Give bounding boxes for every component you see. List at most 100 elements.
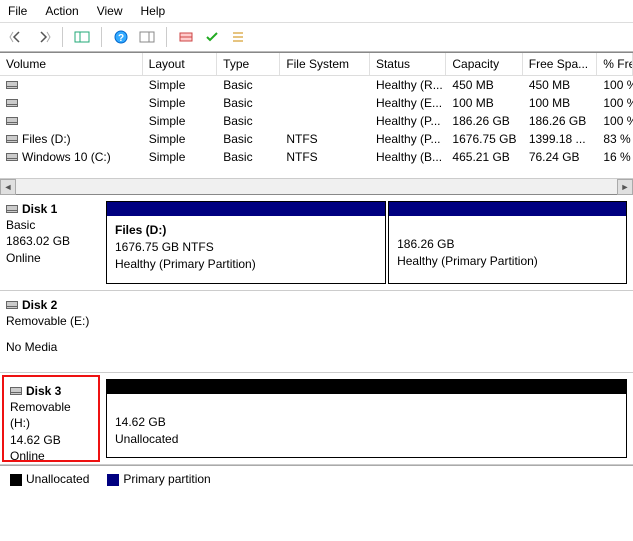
disk-type: Removable (E:) xyxy=(6,313,627,329)
cell-pct: 83 % xyxy=(597,130,633,148)
show-hide-action-icon[interactable] xyxy=(136,26,158,48)
disk-row-1: Disk 1 Basic 1863.02 GB Online Files (D:… xyxy=(0,195,633,291)
col-status[interactable]: Status xyxy=(370,53,446,75)
disk-size: 14.62 GB xyxy=(10,432,92,448)
disk-status: Online xyxy=(6,250,96,266)
cell-type: Basic xyxy=(217,94,280,112)
col-fs[interactable]: File System xyxy=(280,53,370,75)
volume-list-header: Volume Layout Type File System Status Ca… xyxy=(0,53,633,76)
cell-free: 450 MB xyxy=(523,76,598,94)
partition-186gb[interactable]: 186.26 GB Healthy (Primary Partition) xyxy=(388,201,627,284)
volume-icon xyxy=(6,99,18,107)
horizontal-scrollbar[interactable]: ◄ ► xyxy=(0,178,633,194)
settings-list-icon[interactable] xyxy=(227,26,249,48)
menu-bar: File Action View Help xyxy=(0,0,633,23)
partition-title xyxy=(397,222,618,236)
partition-files-d[interactable]: Files (D:) 1676.75 GB NTFS Healthy (Prim… xyxy=(106,201,386,284)
cell-free: 1399.18 ... xyxy=(523,130,598,148)
col-volume[interactable]: Volume xyxy=(0,53,143,75)
cell-status: Healthy (R... xyxy=(370,76,446,94)
table-row[interactable]: SimpleBasicHealthy (E...100 MB100 MB100 … xyxy=(0,94,633,112)
cell-status: Healthy (B... xyxy=(370,148,446,166)
menu-file[interactable]: File xyxy=(8,4,27,18)
cell-capacity: 100 MB xyxy=(446,94,522,112)
cell-free: 186.26 GB xyxy=(523,112,598,130)
partition-header-unallocated xyxy=(107,380,626,394)
col-type[interactable]: Type xyxy=(217,53,280,75)
cell-pct: 100 % xyxy=(597,94,633,112)
col-pct[interactable]: % Fre xyxy=(597,53,633,75)
disk-type: Basic xyxy=(6,217,96,233)
volume-icon xyxy=(6,81,18,89)
cell-layout: Simple xyxy=(143,112,218,130)
table-row[interactable]: SimpleBasicHealthy (R...450 MB450 MB100 … xyxy=(0,76,633,94)
cell-type: Basic xyxy=(217,76,280,94)
refresh-icon[interactable] xyxy=(175,26,197,48)
disk-name: Disk 2 xyxy=(22,297,57,313)
cell-type: Basic xyxy=(217,130,280,148)
cell-fs xyxy=(280,94,370,112)
table-row[interactable]: Windows 10 (C:)SimpleBasicNTFSHealthy (B… xyxy=(0,148,633,166)
cell-volume xyxy=(0,112,143,130)
table-row[interactable]: SimpleBasicHealthy (P...186.26 GB186.26 … xyxy=(0,112,633,130)
checklist-icon[interactable] xyxy=(201,26,223,48)
cell-free: 100 MB xyxy=(523,94,598,112)
cell-volume xyxy=(0,94,143,112)
disk-status: Online xyxy=(10,448,92,464)
partition-status: Healthy (Primary Partition) xyxy=(115,256,377,273)
cell-layout: Simple xyxy=(143,94,218,112)
legend-unallocated: Unallocated xyxy=(10,472,89,486)
partition-header-primary xyxy=(389,202,626,216)
cell-capacity: 450 MB xyxy=(446,76,522,94)
disk-name: Disk 3 xyxy=(26,383,61,399)
menu-action[interactable]: Action xyxy=(45,4,78,18)
menu-view[interactable]: View xyxy=(97,4,123,18)
volume-icon xyxy=(6,117,18,125)
cell-layout: Simple xyxy=(143,148,218,166)
cell-volume: Files (D:) xyxy=(0,130,143,148)
partitions-3: 14.62 GB Unallocated xyxy=(102,373,633,464)
partition-title: Files (D:) xyxy=(115,222,377,239)
cell-pct: 100 % xyxy=(597,76,633,94)
disk-icon xyxy=(6,301,18,309)
disk-row-2: Disk 2 Removable (E:) No Media xyxy=(0,291,633,373)
cell-layout: Simple xyxy=(143,76,218,94)
disk-type: Removable (H:) xyxy=(10,399,92,431)
volume-icon xyxy=(6,153,18,161)
table-row[interactable]: Files (D:)SimpleBasicNTFSHealthy (P...16… xyxy=(0,130,633,148)
partitions-1: Files (D:) 1676.75 GB NTFS Healthy (Prim… xyxy=(102,195,633,290)
partition-unallocated[interactable]: 14.62 GB Unallocated xyxy=(106,379,627,458)
disk-name: Disk 1 xyxy=(22,201,57,217)
toolbar: ? xyxy=(0,23,633,52)
cell-type: Basic xyxy=(217,112,280,130)
legend: Unallocated Primary partition xyxy=(0,465,633,492)
cell-status: Healthy (E... xyxy=(370,94,446,112)
cell-fs xyxy=(280,112,370,130)
cell-capacity: 465.21 GB xyxy=(446,148,522,166)
forward-button[interactable] xyxy=(32,26,54,48)
cell-status: Healthy (P... xyxy=(370,130,446,148)
cell-fs xyxy=(280,76,370,94)
menu-help[interactable]: Help xyxy=(141,4,166,18)
volume-icon xyxy=(6,135,18,143)
disk-info-1[interactable]: Disk 1 Basic 1863.02 GB Online xyxy=(0,195,102,290)
partition-size: 1676.75 GB NTFS xyxy=(115,239,377,256)
partition-status: Healthy (Primary Partition) xyxy=(397,253,618,270)
disk-status: No Media xyxy=(6,339,627,355)
disk-info-2[interactable]: Disk 2 Removable (E:) No Media xyxy=(0,291,633,372)
col-layout[interactable]: Layout xyxy=(143,53,218,75)
partition-size: 186.26 GB xyxy=(397,236,618,253)
col-capacity[interactable]: Capacity xyxy=(446,53,522,75)
volume-list: Volume Layout Type File System Status Ca… xyxy=(0,52,633,166)
partition-size: 14.62 GB xyxy=(115,414,618,431)
scroll-left-icon[interactable]: ◄ xyxy=(0,179,16,195)
back-button[interactable] xyxy=(6,26,28,48)
svg-text:?: ? xyxy=(118,33,124,44)
disk-icon xyxy=(10,387,22,395)
show-hide-console-icon[interactable] xyxy=(71,26,93,48)
col-free[interactable]: Free Spa... xyxy=(523,53,598,75)
swatch-unallocated xyxy=(10,474,22,486)
help-icon[interactable]: ? xyxy=(110,26,132,48)
scroll-right-icon[interactable]: ► xyxy=(617,179,633,195)
disk-info-3[interactable]: Disk 3 Removable (H:) 14.62 GB Online xyxy=(2,375,100,462)
